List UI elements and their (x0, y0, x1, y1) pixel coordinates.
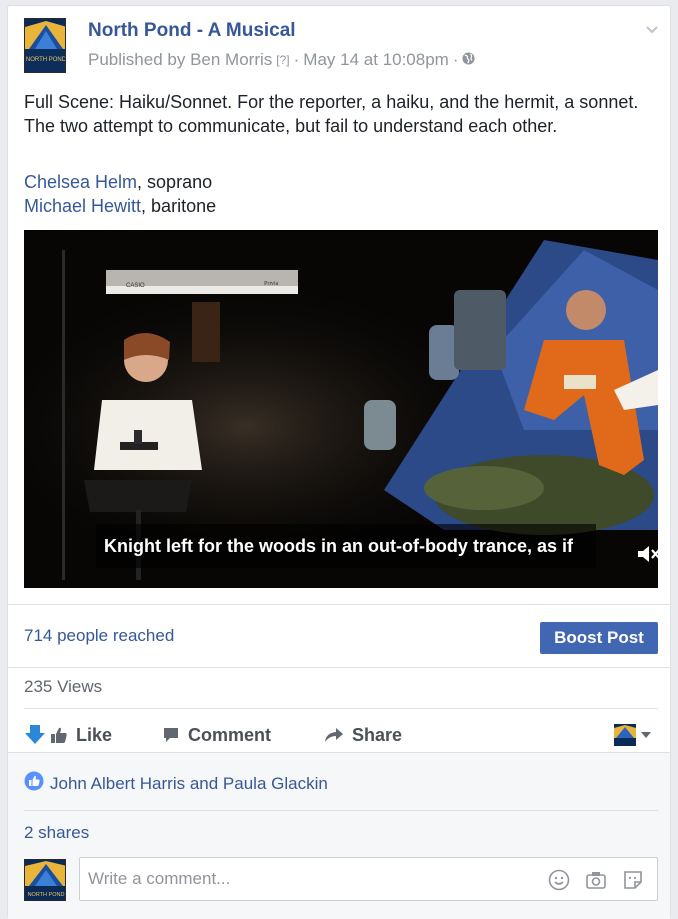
post-header: NORTH POND North Pond - A Musical Publis… (24, 18, 658, 76)
keyboard-brand: CASIO (126, 283, 145, 289)
post-card: NORTH POND North Pond - A Musical Publis… (7, 5, 671, 919)
like-label: Like (76, 724, 113, 745)
emoji-icon[interactable] (548, 869, 570, 896)
published-by[interactable]: Published by Ben Morris (88, 50, 272, 70)
performer-credits: Chelsea Helm, soprano Michael Hewitt, ba… (24, 170, 216, 218)
divider (8, 604, 670, 605)
page-avatar-small-icon (614, 724, 636, 746)
comment-box (79, 857, 658, 901)
action-bar: Like Comment Share (24, 718, 658, 752)
post-date[interactable]: May 14 at 10:08pm (303, 50, 449, 70)
post-meta: Published by Ben Morris [?] · May 14 at … (88, 50, 476, 70)
avatar-wordmark: NORTH POND (28, 892, 65, 898)
meta-separator: · (293, 50, 300, 69)
divider (8, 667, 670, 668)
caret-down-icon (641, 732, 651, 738)
keyboard-model: Privia (264, 281, 279, 287)
help-qmark[interactable]: [?] (276, 53, 289, 67)
comment-icon (164, 728, 178, 742)
camera-icon[interactable] (585, 869, 607, 896)
globe-icon (462, 50, 476, 70)
like-reaction-icon (24, 771, 44, 796)
share-arrow-icon (325, 728, 343, 742)
divider (24, 810, 658, 811)
page-avatar[interactable]: NORTH POND (24, 18, 66, 73)
views-count: 235 Views (24, 677, 103, 696)
post-text: Full Scene: Haiku/Sonnet. For the report… (24, 92, 639, 136)
video-player[interactable]: CASIO Privia Knight left for the woods i… (24, 230, 658, 588)
reaction-down-arrow-icon (25, 725, 45, 744)
credit-line: Michael Hewitt, baritone (24, 194, 216, 218)
video-caption: Knight left for the woods in an out-of-b… (96, 524, 596, 568)
likers-row: John Albert Harris and Paula Glackin (24, 771, 328, 796)
comment-label: Comment (188, 724, 272, 745)
people-reached-link[interactable]: 714 people reached (24, 626, 174, 646)
sticker-icon[interactable] (622, 869, 644, 896)
comment-button[interactable]: Comment (162, 718, 271, 752)
meta-separator: · (452, 50, 459, 69)
performer-role: , soprano (137, 172, 213, 192)
performer-link[interactable]: Michael Hewitt (24, 196, 141, 216)
share-button[interactable]: Share (324, 718, 402, 752)
like-button[interactable]: Like (24, 718, 112, 752)
performer-role: , baritone (141, 196, 217, 216)
commenter-avatar: NORTH POND (24, 859, 66, 901)
comment-composer: NORTH POND (24, 855, 658, 903)
credit-line: Chelsea Helm, soprano (24, 170, 216, 194)
comment-input[interactable] (88, 858, 528, 900)
performer-link[interactable]: Chelsea Helm (24, 172, 137, 192)
like-thumb-icon (51, 727, 67, 743)
boost-post-button[interactable]: Boost Post (540, 622, 658, 654)
likers-names-link[interactable]: John Albert Harris and Paula Glackin (50, 774, 328, 794)
reactions-section: John Albert Harris and Paula Glackin 2 s… (8, 752, 670, 919)
post-options-chevron-icon[interactable] (644, 22, 660, 43)
share-label: Share (352, 724, 403, 745)
post-as-selector[interactable] (614, 718, 660, 752)
shares-count-link[interactable]: 2 shares (24, 823, 89, 843)
page-name-link[interactable]: North Pond - A Musical (88, 20, 296, 42)
avatar-wordmark: NORTH POND (26, 57, 66, 63)
divider (24, 708, 658, 709)
